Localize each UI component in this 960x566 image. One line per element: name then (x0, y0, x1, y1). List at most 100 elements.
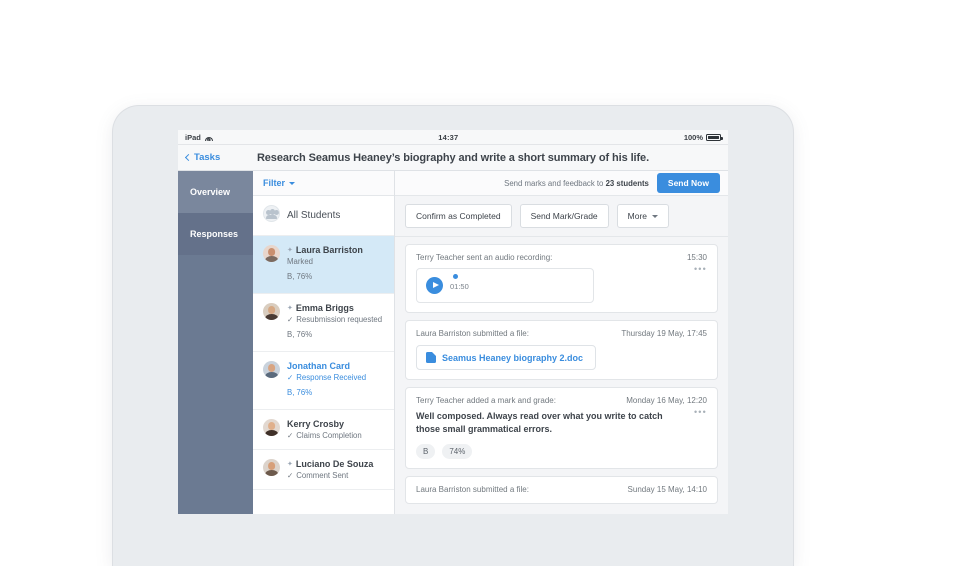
card-actor-text: Laura Barriston submitted a file: (416, 485, 529, 495)
student-status-label: Claims Completion (296, 431, 362, 440)
student-status: Marked (287, 257, 313, 266)
grade-badges: B 74% (416, 444, 707, 460)
list-item-all-students[interactable]: All Students (253, 196, 394, 236)
battery-full-icon (706, 133, 723, 141)
send-mark-grade-button[interactable]: Send Mark/Grade (519, 204, 609, 228)
student-name: Laura Barriston (295, 245, 363, 255)
feed-card-file: Laura Barriston submitted a file: Thursd… (405, 320, 718, 380)
student-list-panel: Filter All Students ✦ Laura Barriston Ma… (253, 171, 395, 514)
card-header: Terry Teacher sent an audio recording: 1… (416, 253, 707, 262)
student-status: ✓ Claims Completion (287, 431, 386, 440)
card-header: Terry Teacher added a mark and grade: Mo… (416, 396, 707, 405)
list-item-student[interactable]: ✦ Luciano De Souza ✓ Comment Sent (253, 450, 394, 490)
avatar (263, 245, 280, 262)
star-icon: ✦ (287, 246, 293, 254)
student-status-label: Comment Sent (296, 471, 349, 480)
status-bar-left: iPad (185, 133, 213, 142)
send-bar: Send marks and feedback to 23 students S… (395, 171, 728, 196)
filter-dropdown-button[interactable]: Filter (263, 178, 296, 188)
card-header: Laura Barriston submitted a file: Thursd… (416, 329, 707, 338)
battery-percent-label: 100% (683, 132, 703, 142)
student-name-line: Jonathan Card (287, 361, 386, 371)
student-name[interactable]: Jonathan Card (287, 361, 350, 371)
chevron-left-icon (184, 153, 193, 162)
star-icon: ✦ (287, 460, 293, 468)
play-icon[interactable] (426, 276, 443, 294)
student-status-label: Response Received (296, 373, 367, 382)
list-item-student[interactable]: Kerry Crosby ✓ Claims Completion (253, 410, 394, 450)
student-info: ✦ Laura Barriston Marked B, 76% (287, 245, 386, 284)
ellipsis-icon[interactable]: ••• (694, 264, 707, 274)
file-attachment-link[interactable]: Seamus Heaney biography 2.doc (416, 345, 597, 370)
student-info: Kerry Crosby ✓ Claims Completion (287, 419, 386, 440)
card-timestamp: Monday 16 May, 12:20 (626, 396, 707, 405)
action-toolbar: Confirm as Completed Send Mark/Grade Mor… (395, 196, 728, 237)
student-info: ✦ Luciano De Souza ✓ Comment Sent (287, 459, 386, 480)
device-label: iPad (185, 132, 201, 142)
avatar (263, 459, 280, 476)
student-name-line: ✦ Luciano De Souza (287, 459, 386, 469)
student-list[interactable]: All Students ✦ Laura Barriston Marked B,… (253, 196, 394, 514)
student-status: ✓ Comment Sent (287, 471, 386, 480)
star-icon: ✦ (287, 304, 293, 312)
sidebar-item-label: Responses (190, 229, 239, 239)
wifi-icon (204, 134, 213, 141)
check-icon: ✓ (287, 430, 294, 440)
ios-status-bar: iPad 14:37 100% (178, 130, 728, 145)
student-grade: B, 76% (287, 272, 313, 281)
feedback-text: Well composed. Always read over what you… (416, 411, 663, 435)
audio-player[interactable]: 01:50 (416, 268, 594, 303)
student-name: Kerry Crosby (287, 419, 345, 429)
ellipsis-icon[interactable]: ••• (694, 407, 707, 417)
audio-scrubber[interactable]: 01:50 (450, 274, 584, 294)
avatar (263, 361, 280, 378)
card-timestamp: Sunday 15 May, 14:10 (627, 485, 707, 495)
student-status-label: Resubmission requested (296, 315, 383, 324)
grade-badge: B (416, 444, 436, 460)
student-name: Luciano De Souza (295, 459, 374, 469)
action-label: More (627, 211, 648, 221)
activity-feed[interactable]: Terry Teacher sent an audio recording: 1… (395, 237, 728, 514)
sidebar-item-label: Overview (190, 187, 231, 197)
student-grade: B, 76% (287, 330, 313, 339)
list-item-student[interactable]: ✦ Laura Barriston Marked B, 76% (253, 236, 394, 294)
confirm-as-completed-button[interactable]: Confirm as Completed (405, 204, 512, 228)
filter-bar: Filter (253, 171, 394, 196)
send-summary-prefix: Send marks and feedback to (504, 178, 606, 188)
status-bar-clock: 14:37 (438, 132, 459, 142)
card-actor-text: Terry Teacher added a mark and grade: (416, 396, 556, 405)
status-bar-right: 100% (683, 132, 723, 142)
student-name-line: ✦ Emma Briggs (287, 303, 386, 313)
responses-panel: Send marks and feedback to 23 students S… (395, 171, 728, 514)
student-info: ✦ Emma Briggs ✓ Resubmission requested B… (287, 303, 386, 342)
percent-badge: 74% (442, 444, 473, 460)
student-name: Emma Briggs (295, 303, 354, 313)
feed-card-file: Laura Barriston submitted a file: Sunday… (405, 476, 718, 505)
list-item-student[interactable]: Jonathan Card ✓ Response Received B, 76% (253, 352, 394, 410)
sidebar-item-responses[interactable]: Responses (178, 213, 253, 255)
sidebar: Overview Responses (178, 171, 253, 514)
avatar (263, 303, 280, 320)
card-timestamp: Thursday 19 May, 17:45 (621, 329, 707, 338)
feed-card-audio: Terry Teacher sent an audio recording: 1… (405, 244, 718, 313)
back-to-tasks-button[interactable]: Tasks (178, 152, 220, 163)
send-student-count: 23 students (605, 178, 649, 188)
check-icon: ✓ (287, 470, 294, 480)
send-now-button[interactable]: Send Now (656, 173, 720, 193)
filter-label: Filter (263, 178, 286, 188)
all-students-label: All Students (287, 210, 341, 221)
more-dropdown-button[interactable]: More (616, 204, 670, 228)
list-item-student[interactable]: ✦ Emma Briggs ✓ Resubmission requested B… (253, 294, 394, 352)
chevron-down-icon (289, 181, 296, 185)
action-label: Send Mark/Grade (530, 211, 598, 221)
student-grade: B, 76% (287, 388, 313, 397)
sidebar-item-overview[interactable]: Overview (178, 171, 253, 213)
app-body: Overview Responses Filter All Students ✦… (178, 171, 728, 514)
student-info: Jonathan Card ✓ Response Received B, 76% (287, 361, 386, 400)
audio-progress-knob[interactable] (453, 274, 458, 279)
student-name-line: Kerry Crosby (287, 419, 386, 429)
audio-duration: 01:50 (450, 282, 469, 291)
card-actor-text: Terry Teacher sent an audio recording: (416, 253, 553, 262)
group-avatar-icon (263, 205, 280, 222)
card-timestamp: 15:30 (686, 253, 707, 262)
